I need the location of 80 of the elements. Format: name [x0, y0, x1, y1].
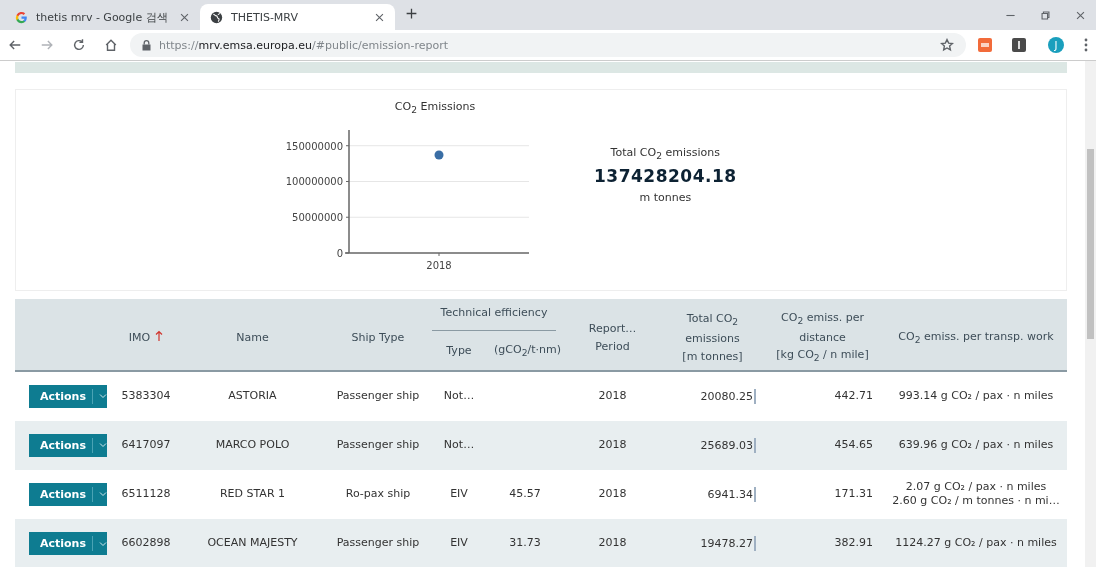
table-cell: 6511128: [121, 487, 171, 501]
axis-tick-label: 0: [336, 247, 343, 259]
table-cell: 2018: [598, 487, 627, 501]
table-cell: 25689.03: [700, 438, 753, 452]
table-cell: 19478.27: [700, 536, 753, 550]
tab-title: THETIS-MRV: [231, 10, 299, 24]
table-cell: EIV: [450, 487, 468, 501]
axis-tick-label: 50000000: [292, 211, 343, 223]
tab-title: thetis mrv - Google 검색: [36, 9, 169, 25]
table-cell: 2018: [598, 437, 627, 451]
table-cell: 2018: [598, 389, 627, 403]
sort-up-icon[interactable]: [155, 329, 164, 342]
column-header[interactable]: Type: [446, 342, 472, 360]
table-cell: 6417097: [121, 437, 171, 451]
table-cell: 454.65: [834, 437, 873, 451]
value-marker: [754, 536, 756, 552]
caret-down-icon: [99, 491, 107, 498]
close-icon[interactable]: [179, 11, 190, 23]
browser-tab[interactable]: thetis mrv - Google 검색: [5, 4, 200, 30]
column-header[interactable]: Name: [236, 328, 269, 347]
actions-button[interactable]: Actions: [29, 532, 107, 556]
table-cell: EIV: [450, 536, 468, 550]
close-icon[interactable]: [374, 11, 385, 23]
table-cell: 1124.27 g CO₂ / pax · n miles: [895, 536, 1057, 551]
actions-button[interactable]: Actions: [29, 384, 107, 408]
table-cell: MARCO POLO: [215, 437, 290, 451]
back-icon[interactable]: [8, 38, 22, 52]
google-icon: [15, 10, 28, 24]
table-cell: 31.73: [509, 536, 541, 550]
table-cell: 993.14 g CO₂ / pax · n miles: [898, 389, 1054, 404]
table-cell: Passenger ship: [336, 437, 420, 451]
table-cell: 45.57: [509, 487, 541, 501]
actions-button[interactable]: Actions: [29, 433, 107, 457]
table-cell: OCEAN MAJESTY: [207, 536, 298, 550]
caret-down-icon: [99, 393, 107, 400]
reload-icon[interactable]: [72, 38, 86, 52]
table-cell: RED STAR 1: [219, 487, 286, 501]
scrollbar-thumb[interactable]: [1087, 149, 1094, 339]
table-cell: 442.71: [834, 389, 873, 403]
table-cell: Passenger ship: [336, 536, 420, 550]
total-value: 137428204.18: [594, 166, 737, 187]
total-unit: m tonnes: [639, 191, 692, 205]
table-cell: 382.91: [834, 536, 873, 550]
chart-title: CO$_{2}$ Emissions: [394, 100, 476, 114]
scrollbar[interactable]: [1085, 61, 1096, 567]
value-marker: [754, 388, 756, 404]
table-cell: Passenger ship: [336, 389, 420, 403]
column-header[interactable]: IMO: [128, 328, 151, 347]
table-cell: 6602898: [121, 536, 171, 550]
lock-icon: [142, 39, 151, 51]
plus-icon[interactable]: [405, 7, 418, 20]
globe-icon: [210, 10, 223, 24]
caret-down-icon: [99, 540, 107, 547]
value-marker: [754, 437, 756, 453]
value-marker: [754, 486, 756, 502]
browser-tab[interactable]: THETIS-MRV: [200, 4, 395, 30]
table-cell: 171.31: [834, 487, 873, 501]
axis-tick-label: 2018: [426, 259, 452, 271]
table-cell: 5383304: [121, 389, 171, 403]
table-cell: Not…: [443, 437, 475, 451]
close-icon[interactable]: [1075, 10, 1086, 21]
axis-tick-label: 100000000: [285, 176, 343, 188]
table-cell: 6941.34: [707, 487, 753, 501]
axis-tick-label: 150000000: [285, 140, 343, 152]
column-header[interactable]: Ship Type: [351, 328, 405, 347]
menu-icon[interactable]: [1084, 38, 1088, 52]
table-cell: 2018: [598, 536, 627, 550]
table-cell: Not…: [443, 389, 475, 403]
home-icon[interactable]: [104, 38, 118, 52]
restore-icon[interactable]: [1040, 10, 1051, 21]
table-cell: Ro-pax ship: [345, 487, 411, 501]
extension-icon[interactable]: [1012, 38, 1026, 52]
star-icon[interactable]: [940, 38, 954, 52]
caret-down-icon: [99, 442, 107, 449]
table-cell: ASTORIA: [228, 389, 277, 403]
total-label: Total CO$_{2}$ emissions: [610, 145, 720, 159]
table-cell: 20080.25: [700, 389, 753, 403]
table-cell: 639.96 g CO₂ / pax · n miles: [898, 437, 1054, 453]
table-cell: 2.07 g CO₂ / pax · n miles 2.60 g CO₂ / m tonnes · n mi…: [892, 480, 1060, 509]
actions-button[interactable]: Actions: [29, 482, 107, 506]
